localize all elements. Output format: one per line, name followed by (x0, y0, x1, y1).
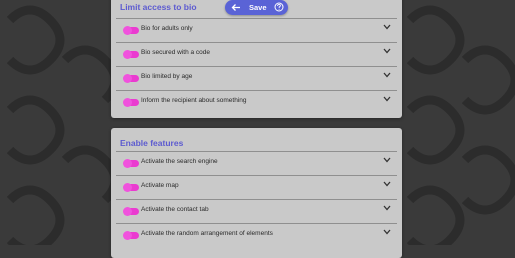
save-button[interactable]: Save (225, 0, 288, 15)
option-inform-recipient[interactable]: Inform the recipient about something (116, 90, 397, 114)
option-secured-code[interactable]: Bio secured with a code (116, 42, 397, 66)
toggle-switch[interactable] (123, 26, 139, 35)
toggle-switch[interactable] (123, 50, 139, 59)
chevron-down-icon[interactable] (383, 72, 391, 78)
chevron-down-icon[interactable] (383, 96, 391, 102)
question-icon[interactable] (274, 2, 284, 12)
option-limited-age[interactable]: Bio limited by age (116, 66, 397, 90)
option-label: Activate map (141, 182, 179, 189)
toggle-switch[interactable] (123, 231, 139, 240)
section-enable-features: Enable features Activate the search engi… (111, 128, 402, 258)
option-search-engine[interactable]: Activate the search engine (116, 151, 397, 175)
option-random-arrangement[interactable]: Activate the random arrangement of eleme… (116, 223, 397, 247)
section-title: Enable features (120, 138, 184, 148)
option-adults-only[interactable]: Bio for adults only (116, 18, 397, 42)
section-limit-access: Limit access to bio Bio for adults only … (111, 0, 402, 118)
chevron-down-icon[interactable] (383, 205, 391, 211)
option-label: Activate the random arrangement of eleme… (141, 230, 273, 237)
section-title: Limit access to bio (120, 2, 197, 12)
arrow-left-icon[interactable] (231, 3, 241, 12)
save-label: Save (249, 3, 267, 12)
toggle-switch[interactable] (123, 207, 139, 216)
toggle-switch[interactable] (123, 74, 139, 83)
option-label: Activate the contact tab (141, 206, 209, 213)
chevron-down-icon[interactable] (383, 157, 391, 163)
option-contact-tab[interactable]: Activate the contact tab (116, 199, 397, 223)
toggle-switch[interactable] (123, 98, 139, 107)
chevron-down-icon[interactable] (383, 181, 391, 187)
option-label: Bio for adults only (141, 25, 193, 32)
toggle-switch[interactable] (123, 159, 139, 168)
chevron-down-icon[interactable] (383, 24, 391, 30)
option-label: Bio limited by age (141, 73, 193, 80)
option-label: Inform the recipient about something (141, 97, 247, 104)
chevron-down-icon[interactable] (383, 229, 391, 235)
option-map[interactable]: Activate map (116, 175, 397, 199)
chevron-down-icon[interactable] (383, 48, 391, 54)
option-label: Bio secured with a code (141, 49, 211, 56)
toggle-switch[interactable] (123, 183, 139, 192)
option-label: Activate the search engine (141, 158, 218, 165)
